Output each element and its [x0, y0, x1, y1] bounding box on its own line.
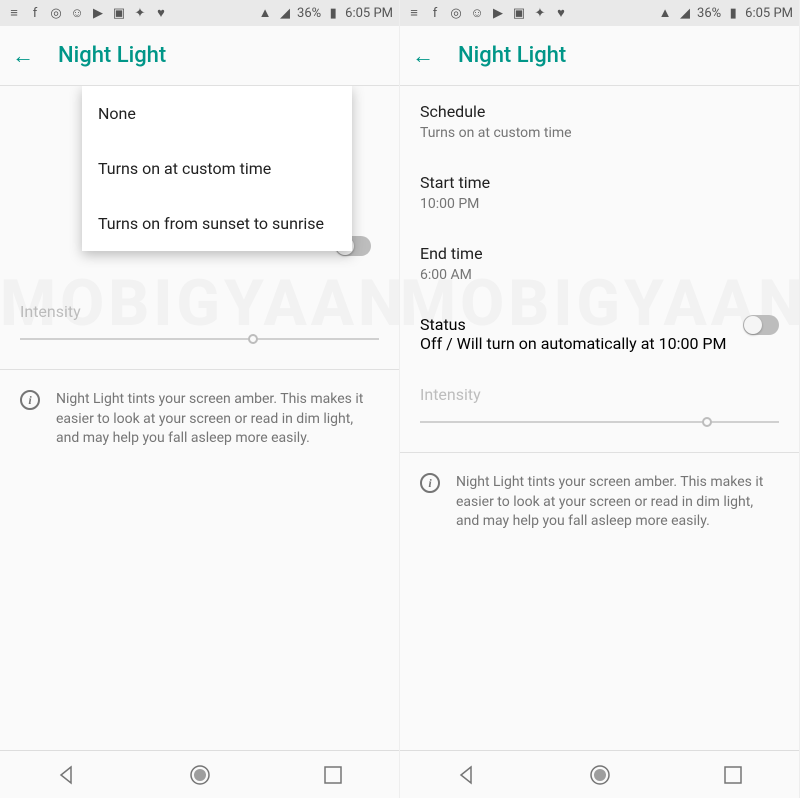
- instagram-icon: ◎: [48, 5, 64, 21]
- battery-pct: 36%: [297, 6, 321, 21]
- back-arrow-icon[interactable]: ←: [12, 43, 34, 69]
- clock: 6:05 PM: [745, 6, 793, 21]
- end-time-value: 6:00 AM: [420, 267, 779, 283]
- battery-icon: ▮: [325, 5, 341, 21]
- photo-icon: ▣: [511, 5, 527, 21]
- popup-option-none[interactable]: None: [82, 86, 352, 141]
- info-row: i Night Light tints your screen amber. T…: [400, 453, 799, 552]
- intensity-label: Intensity: [0, 286, 399, 329]
- popup-option-sunset[interactable]: Turns on from sunset to sunrise: [82, 196, 352, 251]
- status-switch[interactable]: [743, 315, 779, 335]
- wifi-icon: ▲: [257, 5, 273, 21]
- instagram-icon: ◎: [448, 5, 464, 21]
- nav-bar: [400, 750, 799, 798]
- slider-track: [420, 421, 779, 423]
- info-icon: i: [20, 390, 40, 410]
- status-label: Status: [420, 315, 731, 334]
- info-row: i Night Light tints your screen amber. T…: [0, 370, 399, 469]
- info-icon: i: [420, 473, 440, 493]
- nav-home-button[interactable]: [580, 755, 620, 795]
- wifi-icon: ▲: [657, 5, 673, 21]
- app-bar: ← Night Light: [400, 26, 799, 86]
- clock: 6:05 PM: [345, 6, 393, 21]
- running-icon: ✦: [532, 5, 548, 21]
- schedule-label: Schedule: [420, 102, 779, 121]
- slider-thumb[interactable]: [248, 334, 258, 344]
- start-time-label: Start time: [420, 173, 779, 192]
- reddit-icon: ☺: [469, 5, 485, 21]
- intensity-slider[interactable]: [420, 412, 779, 432]
- info-text: Night Light tints your screen amber. Thi…: [456, 473, 779, 532]
- end-time-setting[interactable]: End time 6:00 AM: [400, 228, 799, 299]
- nav-back-button[interactable]: [47, 755, 87, 795]
- list-icon: ≡: [6, 5, 22, 21]
- schedule-setting[interactable]: Schedule Turns on at custom time: [400, 86, 799, 157]
- nav-recent-button[interactable]: [713, 755, 753, 795]
- facebook-icon: f: [27, 5, 43, 21]
- heart-icon: ♥: [553, 5, 569, 21]
- page-title: Night Light: [458, 43, 566, 68]
- status-setting: Status Off / Will turn on automatically …: [400, 299, 799, 369]
- page-title: Night Light: [58, 43, 166, 68]
- reddit-icon: ☺: [69, 5, 85, 21]
- facebook-icon: f: [427, 5, 443, 21]
- status-value: Off / Will turn on automatically at 10:0…: [420, 334, 731, 353]
- info-text: Night Light tints your screen amber. Thi…: [56, 390, 379, 449]
- status-bar: ≡ f ◎ ☺ ▶ ▣ ✦ ♥ ▲ ◢ 36% ▮ 6:05 PM: [0, 0, 399, 26]
- start-time-setting[interactable]: Start time 10:00 PM: [400, 157, 799, 228]
- signal-off-icon: ◢: [277, 5, 293, 21]
- nav-bar: [0, 750, 399, 798]
- schedule-value: Turns on at custom time: [420, 125, 779, 141]
- content-area: MOBIGYAAN None Turns on at custom time T…: [0, 86, 399, 750]
- end-time-label: End time: [420, 244, 779, 263]
- heart-icon: ♥: [153, 5, 169, 21]
- status-bar: ≡ f ◎ ☺ ▶ ▣ ✦ ♥ ▲ ◢ 36% ▮ 6:05 PM: [400, 0, 799, 26]
- phone-right: ≡ f ◎ ☺ ▶ ▣ ✦ ♥ ▲ ◢ 36% ▮ 6:05 PM ← Nigh…: [400, 0, 800, 798]
- app-bar: ← Night Light: [0, 26, 399, 86]
- intensity-label: Intensity: [400, 369, 799, 412]
- nav-back-button[interactable]: [447, 755, 487, 795]
- intensity-slider[interactable]: [20, 329, 379, 349]
- nav-home-button[interactable]: [180, 755, 220, 795]
- start-time-value: 10:00 PM: [420, 196, 779, 212]
- slider-thumb[interactable]: [702, 417, 712, 427]
- content-area: MOBIGYAAN Schedule Turns on at custom ti…: [400, 86, 799, 750]
- signal-off-icon: ◢: [677, 5, 693, 21]
- phone-left: ≡ f ◎ ☺ ▶ ▣ ✦ ♥ ▲ ◢ 36% ▮ 6:05 PM ← Nigh…: [0, 0, 400, 798]
- popup-option-custom[interactable]: Turns on at custom time: [82, 141, 352, 196]
- schedule-popup: None Turns on at custom time Turns on fr…: [82, 86, 352, 251]
- photo-icon: ▣: [111, 5, 127, 21]
- nav-recent-button[interactable]: [313, 755, 353, 795]
- running-icon: ✦: [132, 5, 148, 21]
- battery-pct: 36%: [697, 6, 721, 21]
- battery-icon: ▮: [725, 5, 741, 21]
- play-icon: ▶: [90, 5, 106, 21]
- play-icon: ▶: [490, 5, 506, 21]
- back-arrow-icon[interactable]: ←: [412, 43, 434, 69]
- list-icon: ≡: [406, 5, 422, 21]
- slider-track: [20, 338, 379, 340]
